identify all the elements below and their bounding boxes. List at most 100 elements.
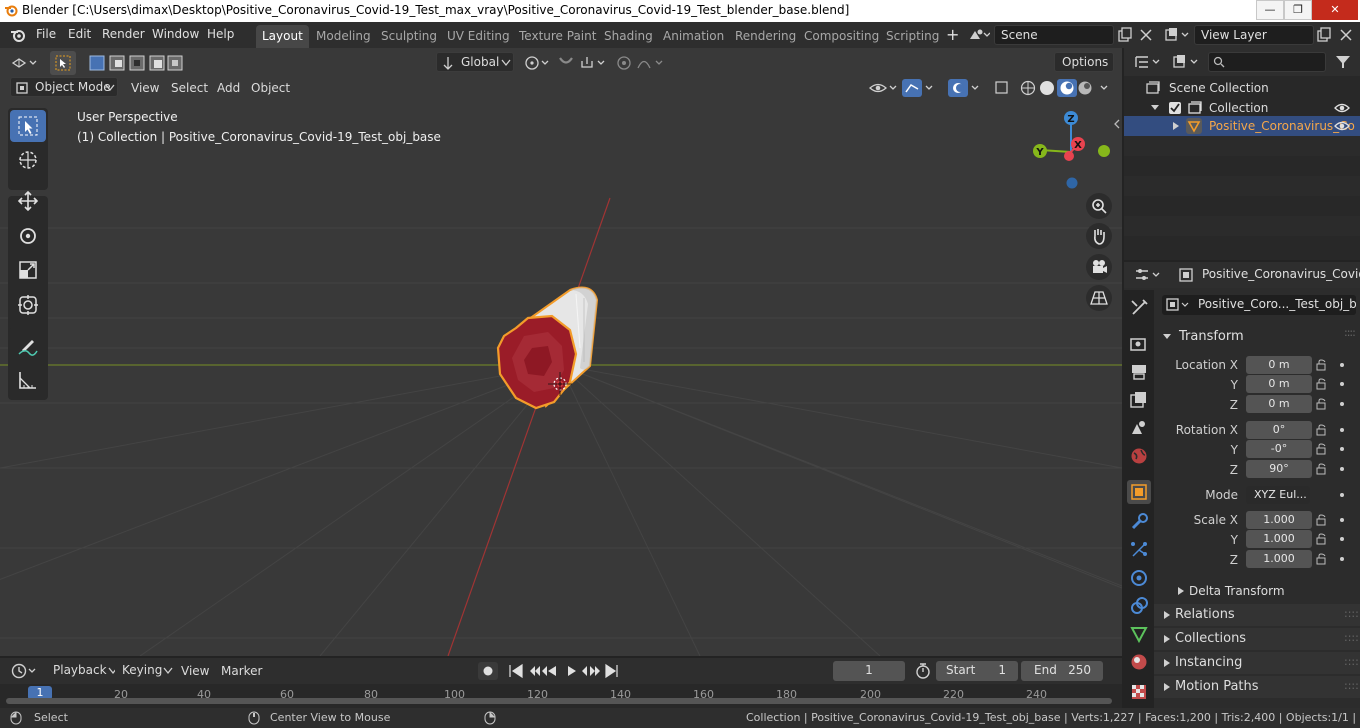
outliner-search-input[interactable] (1208, 52, 1326, 72)
object-mode-dropdown[interactable]: Object Mode (10, 77, 118, 97)
editor-type-icon[interactable] (10, 53, 40, 73)
properties-editor-type-icon[interactable] (1134, 267, 1164, 283)
remove-scene-icon[interactable] (1138, 27, 1154, 43)
constraints-tab-icon[interactable] (1129, 596, 1149, 616)
move-tool[interactable] (10, 185, 46, 217)
menu-help[interactable]: Help (207, 27, 234, 41)
modifiers-tab-icon[interactable] (1129, 512, 1149, 532)
keyframe-dot[interactable] (1340, 518, 1344, 522)
viewport-shading-icons[interactable] (866, 78, 1116, 98)
physics-tab-icon[interactable] (1129, 568, 1149, 588)
scene-tab-icon[interactable] (1129, 418, 1149, 438)
select-mode-button[interactable] (50, 51, 76, 75)
outliner-row-object[interactable]: Positive_Coronavirus_Co (1124, 116, 1360, 136)
view-layer-icon[interactable] (1164, 27, 1192, 43)
tab-modeling[interactable]: Modeling (310, 25, 377, 48)
scale-y-field[interactable]: 1.000 (1246, 530, 1312, 548)
scale-z-field[interactable]: 1.000 (1246, 550, 1312, 568)
tab-sculpting[interactable]: Sculpting (375, 25, 443, 48)
location-x-field[interactable]: 0 m (1246, 356, 1312, 374)
world-tab-icon[interactable] (1129, 446, 1149, 466)
keyframe-dot[interactable] (1340, 402, 1344, 406)
timeline-view-menu[interactable]: View (181, 664, 209, 678)
eye-icon[interactable] (1334, 120, 1350, 132)
selection-mode-icons[interactable] (88, 53, 184, 73)
tab-uv-editing[interactable]: UV Editing (441, 25, 516, 48)
maximize-button[interactable]: ❐ (1284, 0, 1312, 20)
collections-section[interactable]: Collections :::: (1154, 628, 1360, 650)
tab-animation[interactable]: Animation (657, 25, 730, 48)
render-tab-icon[interactable] (1129, 334, 1149, 354)
scale-tool[interactable] (10, 254, 46, 286)
location-y-field[interactable]: 0 m (1246, 375, 1312, 393)
tab-rendering[interactable]: Rendering (729, 25, 802, 48)
select-menu[interactable]: Select (171, 81, 208, 95)
snapping-icon[interactable] (556, 53, 610, 73)
add-workspace-button[interactable]: + (946, 25, 959, 44)
texture-tab-icon[interactable] (1129, 682, 1149, 702)
object-data-tab-icon[interactable] (1129, 624, 1149, 644)
lock-icon[interactable] (1316, 514, 1328, 526)
close-button[interactable]: ✕ (1312, 0, 1358, 20)
tab-shading[interactable]: Shading (598, 25, 659, 48)
keyframe-dot[interactable] (1340, 557, 1344, 561)
timeline-editor-type-icon[interactable] (10, 662, 40, 680)
delta-transform-section[interactable]: Delta Transform (1158, 580, 1360, 602)
eye-icon[interactable] (1334, 102, 1350, 114)
select-box-tool[interactable] (10, 110, 46, 142)
keying-menu[interactable]: Keying (115, 661, 175, 681)
menu-window[interactable]: Window (152, 27, 199, 41)
tab-scripting[interactable]: Scripting (880, 25, 945, 48)
end-frame-field[interactable]: End 250 (1021, 661, 1103, 681)
view-menu[interactable]: View (131, 81, 159, 95)
outliner-editor-type-icon[interactable] (1134, 54, 1164, 70)
remove-view-layer-icon[interactable] (1338, 27, 1354, 43)
object-type-icon[interactable] (1166, 298, 1190, 312)
keyframe-dot[interactable] (1340, 363, 1344, 367)
cursor-tool[interactable] (10, 144, 46, 176)
zoom-button[interactable] (1086, 193, 1112, 219)
pivot-point-icon[interactable] (522, 53, 552, 73)
playback-menu[interactable]: Playback (46, 661, 118, 681)
drag-handle-icon[interactable]: :::: (1344, 326, 1356, 339)
object-menu[interactable]: Object (251, 81, 290, 95)
menu-render[interactable]: Render (102, 27, 145, 41)
rotation-y-field[interactable]: -0° (1246, 440, 1312, 458)
tab-compositing[interactable]: Compositing (798, 25, 885, 48)
menu-file[interactable]: File (36, 27, 56, 41)
display-mode-icon[interactable] (1172, 54, 1202, 70)
3d-viewport[interactable]: Global Options Object Mode View Select A… (0, 48, 1122, 656)
measure-tool[interactable] (10, 364, 46, 396)
add-menu[interactable]: Add (217, 81, 240, 95)
lock-icon[interactable] (1316, 553, 1328, 565)
outliner-row-collection[interactable]: Collection (1124, 98, 1360, 118)
drag-handle-icon[interactable]: :::: (1344, 679, 1359, 692)
camera-view-button[interactable] (1086, 254, 1112, 280)
tool-settings-tab-icon[interactable] (1129, 298, 1149, 318)
transform-orientation-dropdown[interactable]: Global (436, 52, 514, 72)
tab-layout[interactable]: Layout (256, 25, 309, 48)
options-dropdown[interactable]: Options (1054, 52, 1114, 72)
filter-icon[interactable] (1334, 54, 1352, 70)
rotate-tool[interactable] (10, 220, 46, 252)
lock-icon[interactable] (1316, 398, 1328, 410)
perspective-toggle-button[interactable] (1086, 285, 1112, 311)
expand-right-chevron-icon[interactable] (1171, 121, 1181, 131)
location-z-field[interactable]: 0 m (1246, 395, 1312, 413)
motion-paths-section[interactable]: Motion Paths :::: (1154, 676, 1360, 698)
scene-selector-icon[interactable] (968, 27, 990, 43)
rotation-z-field[interactable]: 90° (1246, 460, 1312, 478)
start-frame-field[interactable]: Start 1 (936, 661, 1018, 681)
relations-section[interactable]: Relations :::: (1154, 604, 1360, 626)
view-layer-tab-icon[interactable] (1129, 390, 1149, 410)
expand-chevron-icon[interactable] (1150, 103, 1160, 113)
keyframe-dot[interactable] (1340, 537, 1344, 541)
annotate-tool[interactable] (10, 330, 46, 362)
keyframe-dot[interactable] (1340, 382, 1344, 386)
blender-menu-icon[interactable] (10, 27, 26, 43)
output-tab-icon[interactable] (1129, 362, 1149, 382)
keyframe-dot[interactable] (1340, 493, 1344, 497)
particles-tab-icon[interactable] (1129, 540, 1149, 560)
transform-tool[interactable] (10, 289, 46, 321)
lock-icon[interactable] (1316, 443, 1328, 455)
